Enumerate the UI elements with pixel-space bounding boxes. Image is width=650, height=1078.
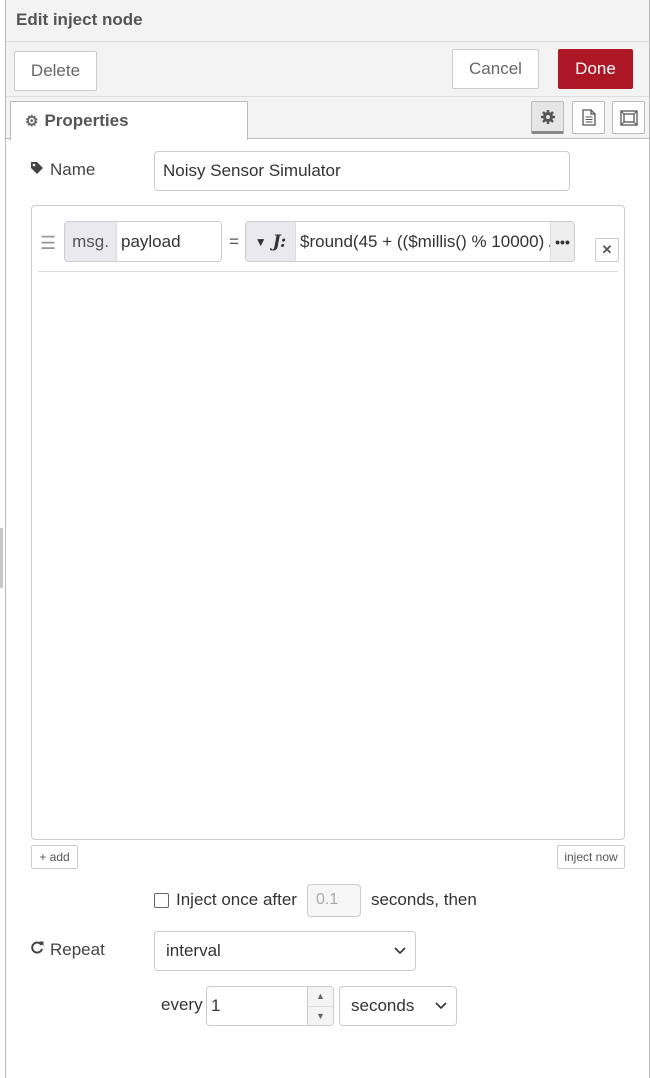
step-down-icon[interactable]: ▼ bbox=[308, 1005, 333, 1026]
inject-once-checkbox[interactable] bbox=[154, 892, 169, 908]
tag-icon bbox=[30, 161, 44, 179]
add-label: add bbox=[49, 850, 70, 864]
plus-icon: + bbox=[39, 850, 50, 864]
gear-icon[interactable] bbox=[531, 101, 564, 134]
tray-header: Edit inject node bbox=[6, 0, 649, 42]
repeat-label: Repeat bbox=[30, 940, 105, 960]
repeat-mode-select[interactable]: interval bbox=[154, 931, 416, 971]
caret-down-icon: ▼ bbox=[254, 234, 267, 249]
tray-toolbar: Delete Cancel Done bbox=[6, 42, 649, 97]
value-input[interactable]: $round(45 + (($millis() % 10000) / bbox=[296, 222, 550, 261]
equals-sign: = bbox=[229, 232, 239, 251]
edit-tray: Edit inject node Delete Cancel Done ⚙ Pr… bbox=[5, 0, 650, 1078]
interval-stepper[interactable]: 1 ▲ ▼ bbox=[206, 986, 334, 1026]
step-up-icon[interactable]: ▲ bbox=[308, 987, 333, 1006]
inject-once-row: Inject once after 0.1 seconds, then bbox=[154, 883, 477, 917]
description-icon[interactable] bbox=[572, 101, 605, 134]
property-field[interactable]: msg. payload bbox=[64, 221, 222, 262]
jsonata-icon: J: bbox=[272, 231, 287, 252]
cancel-button[interactable]: Cancel bbox=[452, 49, 539, 89]
tray-title: Edit inject node bbox=[16, 10, 143, 29]
appearance-icon[interactable] bbox=[612, 101, 645, 134]
property-list: ☰ msg. payload = ▼ J: $round(45 + (($mil… bbox=[31, 205, 625, 840]
repeat-label-text: Repeat bbox=[50, 940, 105, 959]
value-type-selector[interactable]: ▼ J: bbox=[246, 222, 296, 261]
expand-editor-button[interactable]: ••• bbox=[550, 222, 574, 261]
property-name-input[interactable]: payload bbox=[117, 222, 221, 261]
interval-units-select[interactable]: seconds bbox=[339, 986, 457, 1026]
gear-icon: ⚙ bbox=[25, 113, 39, 130]
inject-once-suffix: seconds, then bbox=[370, 890, 477, 909]
chevron-down-icon bbox=[393, 943, 407, 963]
value-field[interactable]: ▼ J: $round(45 + (($millis() % 10000) / … bbox=[245, 221, 575, 262]
name-input[interactable]: Noisy Sensor Simulator bbox=[154, 151, 570, 191]
msg-type-selector[interactable]: msg. bbox=[65, 222, 117, 261]
repeat-mode-value: interval bbox=[166, 941, 221, 960]
tab-properties[interactable]: ⚙ Properties bbox=[10, 101, 248, 140]
tab-bar: ⚙ Properties bbox=[6, 97, 649, 140]
stepper-arrows: ▲ ▼ bbox=[307, 987, 333, 1025]
interval-value-input[interactable]: 1 bbox=[207, 987, 307, 1025]
canvas-edge bbox=[0, 528, 3, 588]
repeat-icon bbox=[30, 941, 44, 959]
delete-button[interactable]: Delete bbox=[14, 51, 97, 91]
done-button[interactable]: Done bbox=[558, 49, 633, 89]
every-label: every bbox=[161, 995, 203, 1014]
remove-item-button[interactable]: ✕ bbox=[595, 238, 619, 262]
inject-now-button[interactable]: inject now bbox=[557, 845, 625, 869]
inject-once-delay-input[interactable]: 0.1 bbox=[306, 883, 361, 917]
name-label-text: Name bbox=[50, 160, 96, 179]
add-button[interactable]: + add bbox=[31, 845, 78, 869]
interval-units-value: seconds bbox=[351, 996, 415, 1015]
tab-properties-label: Properties bbox=[44, 111, 129, 130]
inject-once-label: Inject once after bbox=[176, 890, 297, 909]
name-label: Name bbox=[30, 160, 95, 180]
drag-handle-icon[interactable]: ☰ bbox=[40, 233, 56, 254]
chevron-down-icon bbox=[434, 998, 448, 1018]
list-item: ☰ msg. payload = ▼ J: $round(45 + (($mil… bbox=[38, 214, 619, 272]
